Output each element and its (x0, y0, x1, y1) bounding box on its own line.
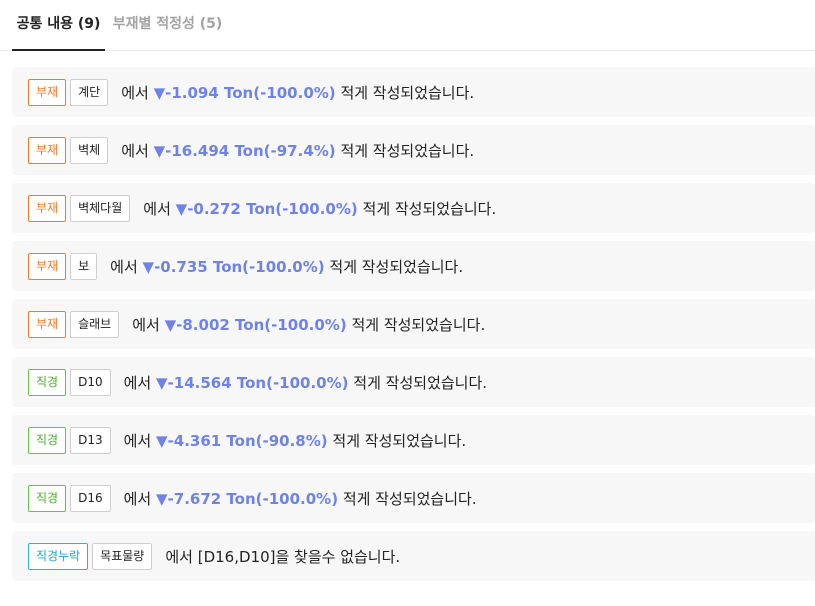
message-prefix: 에서 (143, 199, 171, 218)
message-suffix: 적게 작성되었습니다. (351, 315, 486, 334)
category-badge: 부재 (28, 136, 67, 164)
result-row: 부재 계단 에서 ▼-1.094 Ton(-100.0%) 적게 작성되었습니다… (12, 67, 815, 117)
category-badge: 직경누락 (28, 542, 89, 570)
item-badge: D10 (70, 368, 111, 396)
item-badge: 슬래브 (70, 310, 120, 338)
message-suffix: 적게 작성되었습니다. (362, 199, 497, 218)
message-suffix: 적게 작성되었습니다. (329, 257, 464, 276)
result-message: 에서 ▼-7.672 Ton(-100.0%) 적게 작성되었습니다. (124, 488, 477, 509)
result-row: 부재 보 에서 ▼-0.735 Ton(-100.0%) 적게 작성되었습니다. (12, 241, 815, 291)
category-badge: 직경 (28, 484, 67, 512)
category-badge: 직경 (28, 426, 67, 454)
category-badge: 직경 (28, 368, 67, 396)
result-row: 부재 벽체 에서 ▼-16.494 Ton(-97.4%) 적게 작성되었습니다… (12, 125, 815, 175)
result-message: 에서 [D16,D10]을 찾을수 없습니다. (165, 546, 400, 567)
result-message: 에서 ▼-16.494 Ton(-97.4%) 적게 작성되었습니다. (121, 140, 474, 161)
message-prefix: 에서 [D16,D10]을 찾을수 없습니다. (165, 547, 401, 566)
message-suffix: 적게 작성되었습니다. (353, 373, 488, 392)
tab-bar: 공통 내용 (9) 부재별 적정성 (5) (0, 0, 815, 51)
result-list: 부재 계단 에서 ▼-1.094 Ton(-100.0%) 적게 작성되었습니다… (12, 67, 815, 589)
delta-value: ▼-4.361 Ton(-90.8%) (156, 431, 328, 450)
delta-value: ▼-8.002 Ton(-100.0%) (164, 315, 347, 334)
result-row: 직경 D16 에서 ▼-7.672 Ton(-100.0%) 적게 작성되었습니… (12, 473, 815, 523)
result-row: 직경 D13 에서 ▼-4.361 Ton(-90.8%) 적게 작성되었습니다… (12, 415, 815, 465)
category-badge: 부재 (28, 252, 67, 280)
message-prefix: 에서 (121, 141, 149, 160)
result-message: 에서 ▼-14.564 Ton(-100.0%) 적게 작성되었습니다. (124, 372, 487, 393)
category-badge: 부재 (28, 78, 67, 106)
message-suffix: 적게 작성되었습니다. (340, 83, 475, 102)
message-suffix: 적게 작성되었습니다. (340, 141, 475, 160)
message-prefix: 에서 (121, 83, 149, 102)
message-prefix: 에서 (123, 373, 152, 392)
delta-value: ▼-16.494 Ton(-97.4%) (153, 141, 336, 160)
delta-value: ▼-7.672 Ton(-100.0%) (156, 489, 339, 508)
item-badge: 계단 (70, 78, 109, 106)
result-message: 에서 ▼-4.361 Ton(-90.8%) 적게 작성되었습니다. (124, 430, 467, 451)
delta-value: ▼-0.272 Ton(-100.0%) (175, 199, 358, 218)
message-prefix: 에서 (123, 489, 152, 508)
category-badge: 부재 (28, 194, 67, 222)
message-suffix: 적게 작성되었습니다. (332, 431, 467, 450)
result-message: 에서 ▼-0.272 Ton(-100.0%) 적게 작성되었습니다. (143, 198, 496, 219)
tab-common-content[interactable]: 공통 내용 (9) (12, 0, 105, 51)
item-badge: 벽체 (70, 136, 109, 164)
message-suffix: 적게 작성되었습니다. (342, 489, 477, 508)
result-row: 부재 벽체다월 에서 ▼-0.272 Ton(-100.0%) 적게 작성되었습… (12, 183, 815, 233)
item-badge: 벽체다월 (70, 194, 131, 222)
item-badge: 목표물량 (92, 542, 153, 570)
result-row: 직경 D10 에서 ▼-14.564 Ton(-100.0%) 적게 작성되었습… (12, 357, 815, 407)
tab-member-adequacy[interactable]: 부재별 적정성 (5) (105, 0, 230, 51)
delta-value: ▼-14.564 Ton(-100.0%) (156, 373, 349, 392)
result-row: 직경누락 목표물량 에서 [D16,D10]을 찾을수 없습니다. (12, 531, 815, 581)
result-message: 에서 ▼-0.735 Ton(-100.0%) 적게 작성되었습니다. (110, 256, 463, 277)
item-badge: 보 (70, 252, 98, 280)
delta-value: ▼-1.094 Ton(-100.0%) (153, 83, 336, 102)
result-message: 에서 ▼-1.094 Ton(-100.0%) 적게 작성되었습니다. (121, 82, 474, 103)
item-badge: D16 (70, 484, 111, 512)
message-prefix: 에서 (123, 431, 152, 450)
message-prefix: 에서 (110, 257, 138, 276)
item-badge: D13 (70, 426, 111, 454)
delta-value: ▼-0.735 Ton(-100.0%) (142, 257, 325, 276)
category-badge: 부재 (28, 310, 67, 338)
result-row: 부재 슬래브 에서 ▼-8.002 Ton(-100.0%) 적게 작성되었습니… (12, 299, 815, 349)
message-prefix: 에서 (132, 315, 160, 334)
result-message: 에서 ▼-8.002 Ton(-100.0%) 적게 작성되었습니다. (132, 314, 485, 335)
